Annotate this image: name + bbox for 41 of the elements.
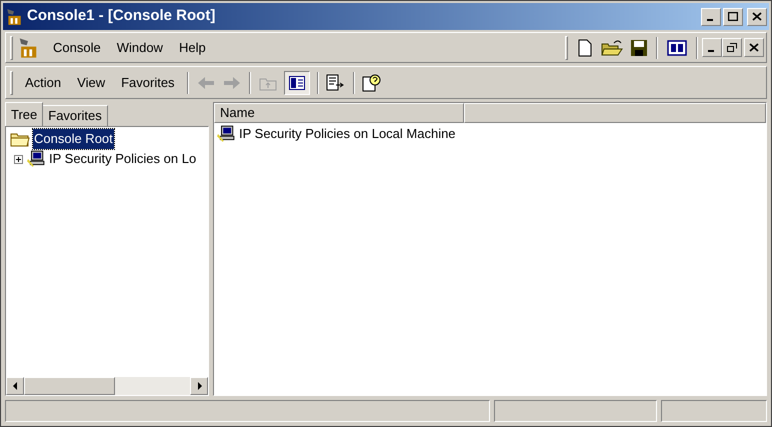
maximize-button[interactable]	[723, 8, 743, 26]
toolbox-icon	[17, 36, 39, 58]
scroll-left-button[interactable]	[6, 377, 24, 395]
close-icon	[749, 43, 759, 52]
scroll-right-button[interactable]	[190, 377, 208, 395]
scroll-thumb[interactable]	[24, 377, 116, 395]
tree-item[interactable]: Console Root	[33, 129, 114, 149]
tree-item[interactable]: IP Security Policies on Lo	[48, 149, 198, 169]
horizontal-scrollbar[interactable]	[6, 377, 208, 395]
menu-item[interactable]: Window	[108, 38, 171, 58]
minimize-icon	[706, 18, 712, 20]
menu-item[interactable]: Help	[170, 38, 214, 58]
menu-item[interactable]: Console	[45, 38, 109, 58]
open-folder-icon[interactable]	[600, 38, 624, 58]
list-item[interactable]: IP Security Policies on Local Machine	[239, 124, 456, 144]
close-button[interactable]	[744, 38, 764, 57]
panes-icon[interactable]	[666, 38, 688, 56]
help-icon[interactable]	[362, 74, 382, 92]
window-title: Console1 - [Console Root]	[27, 6, 216, 26]
maximize-icon	[728, 12, 738, 21]
close-button[interactable]	[747, 8, 767, 26]
minimize-button[interactable]	[701, 8, 721, 26]
close-icon	[752, 12, 762, 21]
panes-icon	[288, 76, 305, 90]
show-tree-button[interactable]	[284, 70, 310, 94]
minimize-icon	[708, 50, 714, 52]
right-arrow-icon	[196, 382, 202, 390]
menu-item[interactable]: Action	[17, 72, 70, 92]
column-header[interactable]: Name	[214, 103, 464, 123]
menu-item[interactable]: View	[69, 72, 114, 92]
menu-item[interactable]: Favorites	[113, 72, 183, 92]
export-list-icon[interactable]	[326, 74, 346, 92]
minimize-button[interactable]	[702, 38, 722, 57]
expand-icon[interactable]	[14, 154, 23, 164]
save-icon[interactable]	[628, 38, 650, 58]
restore-button[interactable]	[722, 38, 742, 57]
toolbox-icon	[5, 8, 23, 26]
computer-icon	[27, 150, 45, 168]
computer-icon	[217, 125, 235, 143]
left-arrow-icon	[12, 382, 18, 390]
restore-icon	[727, 43, 737, 52]
